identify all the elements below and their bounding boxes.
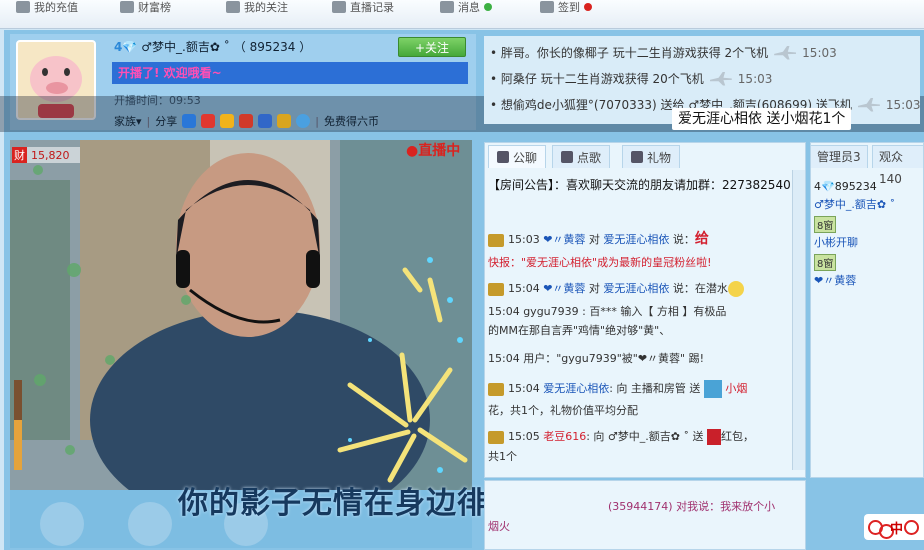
olympic-text: 中 [890,522,904,537]
chat-message-cont: 共1个 [488,450,517,463]
private-chat-panel[interactable] [484,480,806,550]
monitor-icon [332,1,346,13]
chat-message-cont: 花，共1个，礼物价值平均分配 [488,404,638,417]
level-badge-icon [488,233,504,247]
private-message-cont: 烟火 [488,520,510,533]
nav-recharge[interactable]: 我的充值 [16,0,78,14]
chat-message: 15:05 老豆616: 向 ♂梦中_.额吉✿ ˚ 送 红包， [488,428,754,445]
share-star-icon[interactable] [220,114,235,128]
seat-slot-2[interactable] [128,502,172,546]
share-kaixin-icon[interactable] [277,114,292,128]
chat-message: 15:03 ❤〃黄蓉 对 爱无涯心相依 说：给 [488,228,709,248]
top-nav-bar: 我的充值 财富榜 我的关注 直播记录 消息 签到 [0,0,924,29]
share-renren-icon[interactable] [258,114,273,128]
user-list-item[interactable]: 小彬开聊 [814,234,858,250]
user-icon [226,1,240,13]
gift-feed-item: • 阿桑仔 玩十二生肖游戏获得 20个飞机 15:03 [490,71,773,86]
pin-icon [540,1,554,13]
tab-song-request[interactable]: 点歌 [552,145,611,168]
tab-public-chat[interactable]: 公聊 [488,145,547,168]
wealth-tag: 财 [12,147,27,163]
tab-gifts[interactable]: 礼物 [622,145,681,168]
share-p-icon[interactable] [296,114,311,128]
wealth-counter: 财 15,820 [12,147,80,163]
diamond-level-icon: 4💎 [114,39,138,54]
user-list-item[interactable]: ❤〃黄蓉 [814,272,856,288]
alert-dot [584,3,592,11]
wallet-icon [16,1,30,13]
online-dot [484,3,492,11]
olympic-rings-logo[interactable]: 中 [864,514,924,540]
video-player[interactable] [10,140,472,490]
user-badge: 8窗 [814,254,837,271]
microphone-icon [561,151,573,163]
video-frame [10,140,472,490]
follow-button[interactable]: +关注 [398,37,466,57]
nav-signin[interactable]: 签到 [540,0,592,14]
gift-icon [631,151,643,163]
firework-gift-icon [703,380,722,398]
chat-message: 15:04 ❤〃黄蓉 对 爱无涯心相依 说：在潜水 [488,280,744,297]
share-qq-icon[interactable] [182,114,197,128]
level-badge-icon [488,282,504,296]
family-share-bar: 家族▾ | 分享 | 免费得六币 [114,113,379,129]
level-badge-icon [488,430,504,444]
family-dropdown[interactable]: 家族▾ [114,113,142,129]
live-status: ●直播中 [406,143,461,159]
seat-slot-1[interactable] [40,502,84,546]
chat-system-message: 15:04 用户："gygu7939"被"❤〃黄蓉" 踢! [488,352,704,365]
anchor-announcement: 开播了! 欢迎哦看~ [112,62,468,84]
nav-messages[interactable]: 消息 [440,0,492,14]
airplane-icon [709,71,732,86]
user-badge: 8窗 [814,216,837,233]
room-id: （ 895234 ） [233,40,312,54]
user-list-item[interactable]: ♂梦中_.额吉✿ ˚ [814,196,895,212]
share-label: 分享 [155,115,178,128]
nav-history[interactable]: 直播记录 [332,0,394,14]
airplane-icon [774,45,797,60]
airplane-icon [857,97,880,112]
anchor-name[interactable]: ♂梦中_.额吉✿ ˚ [141,38,229,55]
chat-system-message: 快报："爱无涯心相依"成为最新的皇冠粉丝啦! [488,256,712,269]
tower-icon [120,1,134,13]
tab-audience[interactable]: 观众140 [872,145,924,186]
chat-message-cont: 的MM在那自言弄"鸡情"绝对够"黄"、 [488,324,671,337]
level-badge-icon [488,382,504,396]
wealth-value: 15,820 [31,148,70,162]
nav-wealth-rank[interactable]: 财富榜 [120,0,171,14]
chat-icon [497,151,509,163]
floating-gift-banner: 爱无涯心相依 送小烟花1个 [672,108,852,130]
user-id: 4💎895234 [814,180,877,193]
chat-bubble-icon [440,1,454,13]
nav-follow[interactable]: 我的关注 [226,0,288,14]
chat-scrollbar[interactable] [792,170,805,470]
private-message: (35944174) 对我说：我来放个小 [608,500,776,513]
lyrics-subtitle: 你的影子无情在身边徘徊 [178,486,519,521]
share-t-icon[interactable] [239,114,254,128]
red-envelope-icon [706,429,721,445]
chat-message: 15:04 gygu7939 : 百*** 输入【 方相 】有极品 [488,305,727,318]
gift-feed-item: • 胖哥。你长的像椰子 玩十二生肖游戏获得 2个飞机 15:03 [490,45,837,60]
share-weibo-icon[interactable] [201,114,216,128]
free-coins-link[interactable]: 免费得六币 [324,113,379,129]
emoji-icon [727,281,744,297]
anchor-name-line: 4💎 ♂梦中_.额吉✿ ˚ （ 895234 ） [114,38,311,55]
room-notice: 【房间公告】：喜欢聊天交流的朋友请加群：227382540 [488,178,791,192]
chat-message: 15:04 爱无涯心相依: 向 主播和房管 送 小烟 [488,380,747,398]
tab-admins[interactable]: 管理员3 [810,145,868,168]
